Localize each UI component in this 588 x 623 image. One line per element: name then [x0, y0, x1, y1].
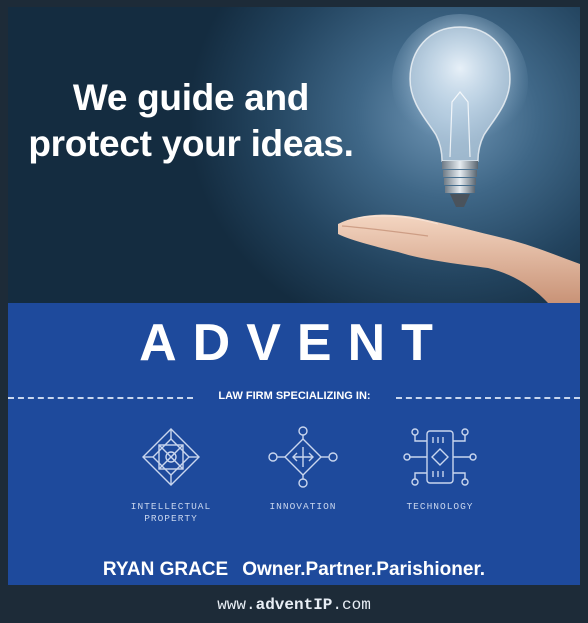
- divider-left: [8, 397, 193, 399]
- advertisement: We guide and protect your ideas. ADVENT …: [0, 0, 588, 623]
- service-technology: TECHNOLOGY: [375, 425, 505, 513]
- innovation-icon: [268, 426, 338, 488]
- service-label: INTELLECTUAL PROPERTY: [106, 501, 236, 525]
- tagline: LAW FIRM SPECIALIZING IN:: [218, 390, 371, 402]
- tagline-row: LAW FIRM SPECIALIZING IN:: [8, 388, 580, 408]
- light-bulb-icon: [388, 7, 528, 227]
- service-label-line-1: TECHNOLOGY: [406, 501, 474, 512]
- service-label-line-2: PROPERTY: [144, 513, 198, 524]
- hero-photo: We guide and protect your ideas.: [8, 7, 580, 303]
- url-suffix: .com: [332, 596, 371, 614]
- service-innovation: INNOVATION: [238, 425, 368, 513]
- service-label: TECHNOLOGY: [375, 501, 505, 513]
- contact-name: RYAN GRACE: [102, 559, 229, 580]
- divider-right: [396, 397, 580, 399]
- ad-frame: We guide and protect your ideas. ADVENT …: [8, 7, 580, 593]
- open-hand-image: [328, 202, 580, 303]
- brand-name: ADVENT: [139, 314, 449, 372]
- headline: We guide and protect your ideas.: [26, 75, 356, 167]
- contact-role: Owner.Partner.Parishioner.: [242, 559, 486, 580]
- intellectual-property-icon: [142, 428, 200, 486]
- headline-line-1: We guide and: [72, 77, 310, 118]
- service-label-line-1: INTELLECTUAL: [130, 501, 212, 512]
- technology-icon: [403, 428, 477, 486]
- headline-line-2: protect your ideas.: [28, 123, 354, 164]
- url-prefix: www.: [217, 596, 256, 614]
- service-label-line-1: INNOVATION: [269, 501, 337, 512]
- blue-band: ADVENT LAW FIRM SPECIALIZING IN: INTELLE…: [8, 303, 580, 585]
- website-link[interactable]: www.adventIP.com: [0, 596, 588, 614]
- service-label: INNOVATION: [238, 501, 368, 513]
- service-intellectual-property: INTELLECTUAL PROPERTY: [106, 425, 236, 525]
- url-domain: adventIP: [255, 596, 333, 614]
- contact-line: RYAN GRACE Owner.Partner.Parishioner.: [8, 559, 580, 581]
